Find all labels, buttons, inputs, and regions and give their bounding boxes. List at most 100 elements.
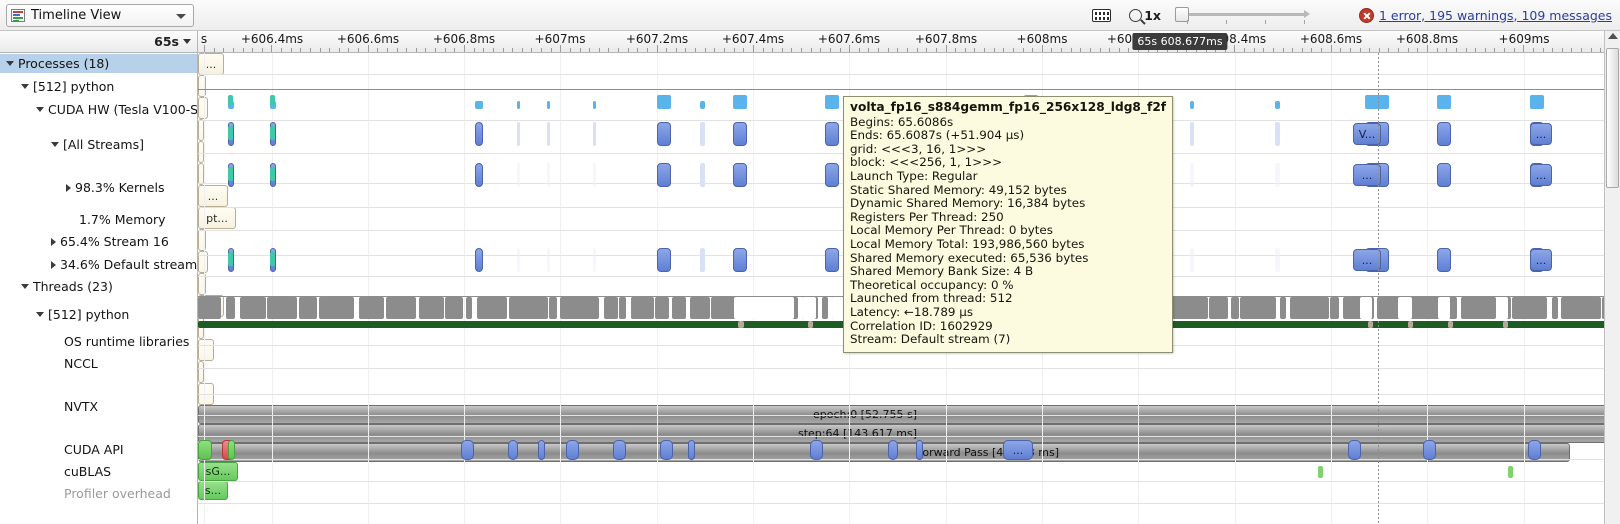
chevron-down-icon[interactable] (21, 284, 29, 289)
kernel-block-labeled[interactable]: ... (1530, 249, 1552, 271)
kernel-block[interactable] (733, 122, 747, 146)
osrt-block[interactable] (198, 297, 221, 319)
osrt-block[interactable] (419, 297, 444, 319)
osrt-block[interactable] (477, 297, 507, 319)
memory-block[interactable] (270, 167, 275, 181)
kernel-block[interactable] (1190, 122, 1194, 146)
kernel-block[interactable] (657, 122, 671, 146)
kernel-block[interactable] (593, 101, 596, 109)
kernel-block[interactable] (657, 163, 671, 187)
kernel-block[interactable] (1365, 95, 1389, 109)
memory-block[interactable] (270, 252, 275, 266)
kernel-block[interactable] (475, 163, 483, 187)
kernel-block[interactable] (825, 248, 839, 272)
diagnostics-link[interactable]: 1 error, 195 warnings, 109 messages (1379, 8, 1612, 23)
kernel-block[interactable] (547, 122, 550, 146)
chevron-down-icon[interactable] (36, 312, 44, 317)
kernel-block[interactable] (700, 122, 705, 146)
kernel-block[interactable] (825, 122, 839, 146)
osrt-block[interactable] (240, 297, 266, 319)
kernel-block[interactable] (1275, 163, 1280, 187)
kernel-block[interactable] (700, 248, 705, 272)
osrt-block[interactable] (1290, 297, 1329, 319)
osrt-block[interactable] (822, 297, 828, 319)
kernel-block[interactable] (733, 95, 747, 109)
chevron-right-icon[interactable] (51, 260, 56, 269)
tree-item-34-6-default-stream-7[interactable]: 34.6% Default stream (7 (0, 255, 197, 274)
kernel-block[interactable] (517, 122, 520, 146)
tree-item-nccl[interactable]: NCCL (0, 354, 197, 373)
osrt-block[interactable] (1449, 297, 1457, 319)
osrt-block[interactable] (1280, 297, 1286, 319)
cuda-api-block[interactable] (198, 97, 208, 119)
kernel-block[interactable] (657, 95, 671, 109)
kernel-block[interactable] (1275, 101, 1280, 109)
kernel-block-labeled[interactable]: V... (1353, 123, 1381, 145)
kernel-block[interactable] (657, 248, 671, 272)
chevron-down-icon[interactable] (21, 84, 29, 89)
kernel-block[interactable] (593, 122, 596, 146)
zoom-slider[interactable] (1174, 6, 1313, 24)
tree-item-cublas[interactable]: cuBLAS (0, 462, 197, 481)
osrt-block[interactable] (655, 297, 669, 319)
osrt-block[interactable] (1552, 297, 1558, 319)
kernel-block[interactable] (1275, 248, 1280, 272)
scroll-up-arrow-icon[interactable] (1608, 33, 1618, 39)
cuda-api-green-marker[interactable] (228, 440, 235, 460)
tree-item-processes-18[interactable]: Processes (18) (0, 54, 197, 73)
osrt-block[interactable] (226, 297, 235, 319)
memory-block[interactable] (228, 126, 233, 140)
osrt-block[interactable] (466, 297, 472, 319)
timeline-row-tree[interactable]: Processes (18) [512] python CUDA HW (Tesla… (0, 53, 198, 524)
chevron-right-icon[interactable] (51, 237, 56, 246)
cuda-api-call-block[interactable] (613, 440, 626, 460)
kernel-block[interactable] (1190, 101, 1194, 109)
tree-item-profiler-overhead[interactable]: Profiler overhead (0, 484, 197, 503)
cuda-api-call-block[interactable] (508, 440, 518, 460)
vertical-scrollbar[interactable] (1604, 31, 1620, 524)
cuda-api-call-block[interactable] (566, 440, 579, 460)
kernel-block[interactable] (593, 163, 596, 187)
kernel-block[interactable] (1437, 248, 1451, 272)
kernel-block[interactable] (700, 101, 705, 109)
diagnostics-summary[interactable]: 1 error, 195 warnings, 109 messages (1358, 7, 1612, 23)
chevron-down-icon[interactable] (51, 142, 59, 147)
tree-item-cuda-api[interactable]: CUDA API (0, 440, 197, 459)
cuda-api-block[interactable] (198, 339, 214, 361)
ruler-base-label-cell[interactable]: 65s (0, 31, 198, 52)
osrt-block[interactable] (1330, 297, 1339, 319)
osrt-block[interactable] (445, 297, 463, 319)
kernel-block[interactable] (547, 248, 550, 272)
kernel-block[interactable] (1275, 122, 1280, 146)
cuda-api-call-block[interactable] (810, 440, 823, 460)
chevron-down-icon[interactable] (176, 13, 186, 19)
osrt-block[interactable] (672, 297, 686, 319)
osrt-block[interactable] (1240, 297, 1276, 319)
memory-block[interactable] (228, 252, 233, 266)
kernel-block[interactable] (825, 95, 839, 109)
cuda-api-call-block[interactable] (1528, 440, 1541, 460)
kernel-block[interactable] (517, 101, 520, 109)
osrt-block[interactable] (560, 297, 599, 319)
osrt-block[interactable] (604, 297, 618, 319)
kernel-block[interactable] (593, 248, 596, 272)
tree-item-98-3-kernels[interactable]: 98.3% Kernels (0, 178, 197, 197)
kernel-block[interactable] (1437, 95, 1451, 109)
kernel-block[interactable] (475, 248, 483, 272)
view-mode-select[interactable]: Timeline View (6, 3, 194, 27)
kernel-block[interactable] (547, 101, 550, 109)
kernel-block[interactable] (1190, 248, 1194, 272)
cuda-api-call-block[interactable]: ... (1003, 440, 1033, 460)
cublas-small-block[interactable] (1508, 466, 1513, 478)
osrt-block[interactable] (690, 297, 710, 319)
kernel-block[interactable] (733, 163, 747, 187)
chevron-right-icon[interactable] (66, 183, 71, 192)
osrt-block[interactable] (1231, 297, 1239, 319)
kernel-block[interactable] (1437, 163, 1451, 187)
cuda-api-call-block[interactable] (916, 440, 923, 460)
tree-item-512-python[interactable]: [512] python (0, 77, 197, 96)
tree-item-nvtx[interactable]: NVTX (0, 397, 197, 416)
kernel-block[interactable] (700, 163, 705, 187)
osrt-block[interactable] (631, 297, 654, 319)
tree-item-threads-23[interactable]: Threads (23) (0, 277, 197, 296)
